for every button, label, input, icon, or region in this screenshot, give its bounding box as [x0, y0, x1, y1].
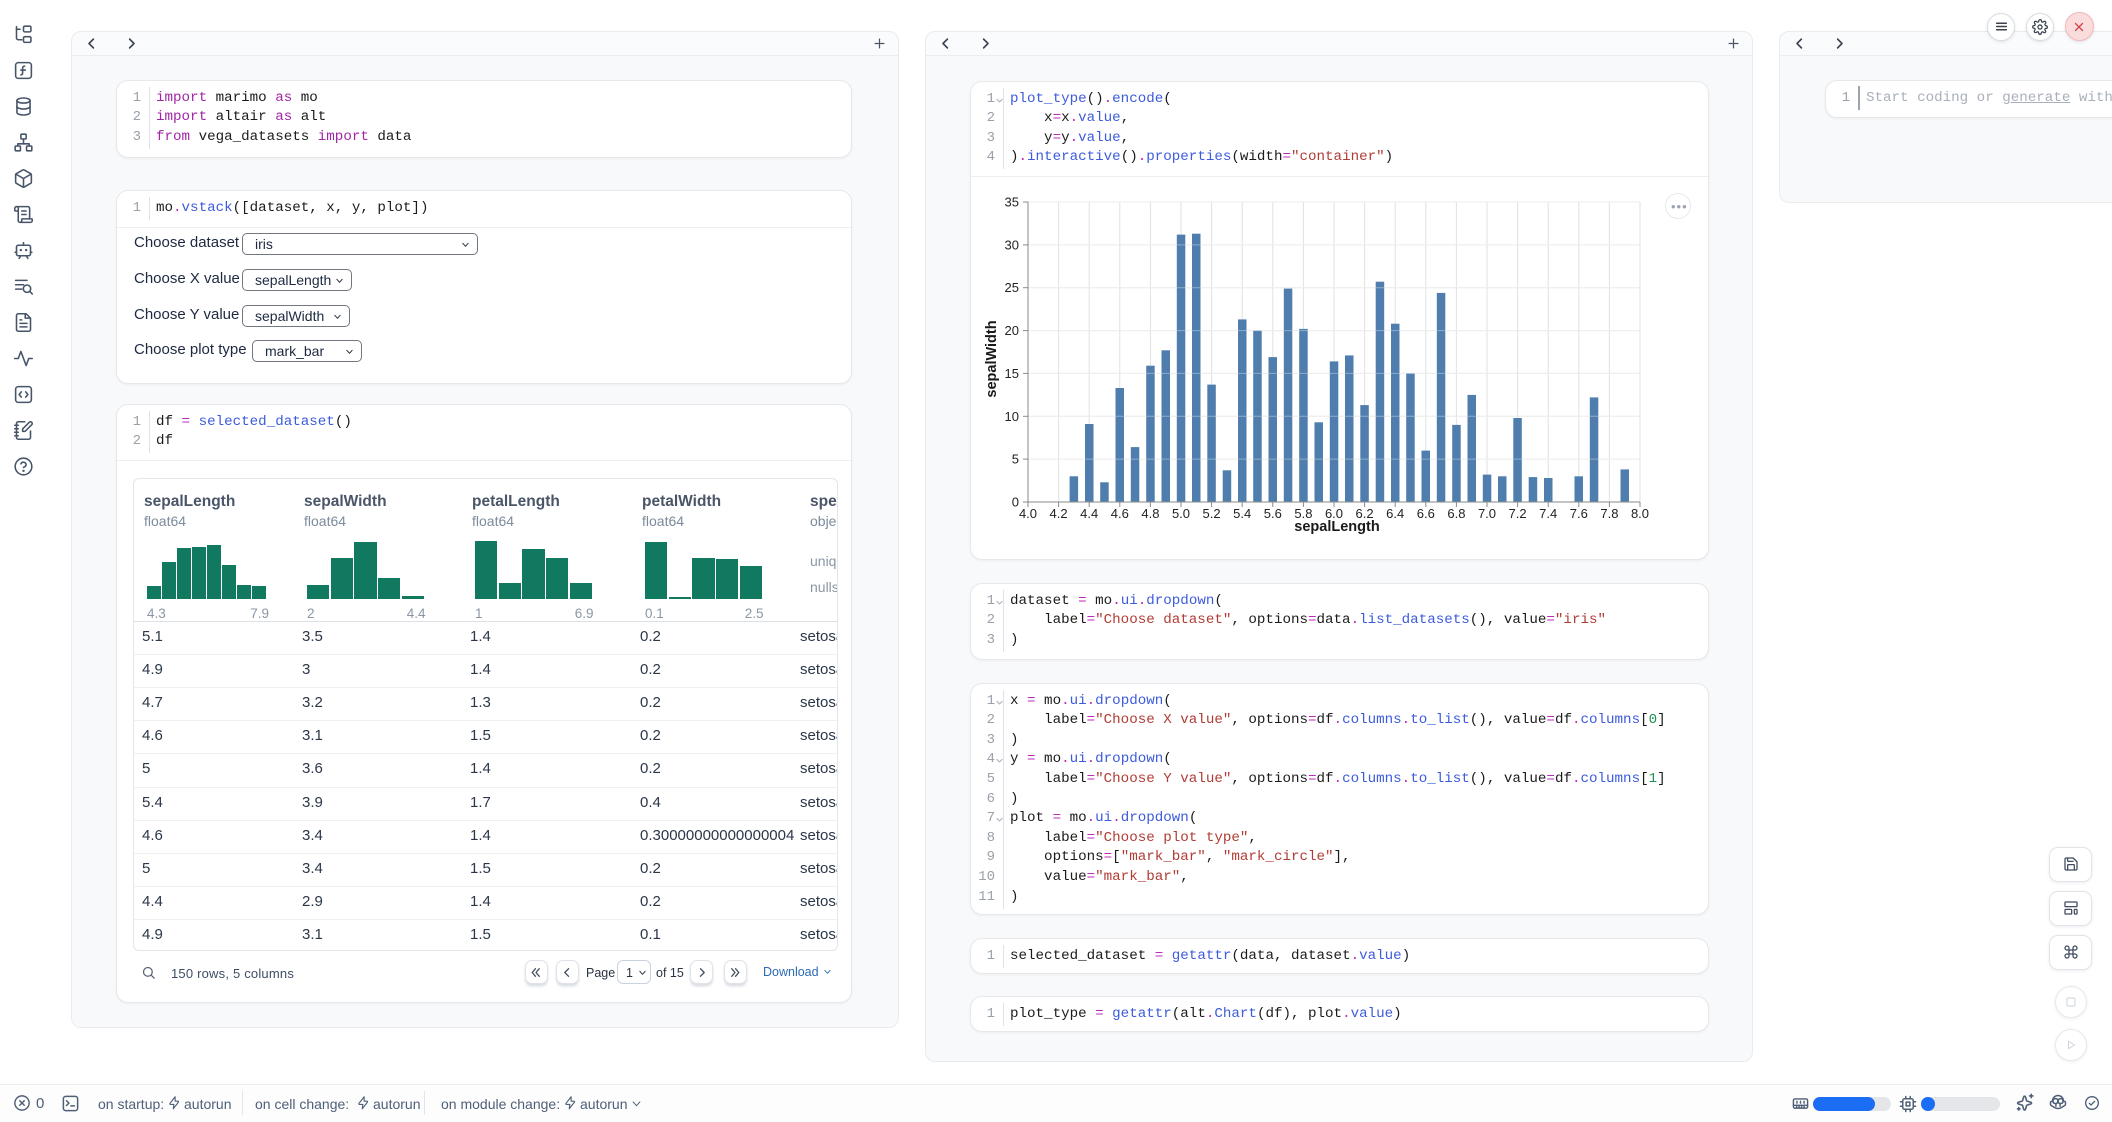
svg-text:sepalLength: sepalLength	[1294, 519, 1379, 535]
svg-text:5.6: 5.6	[1264, 506, 1282, 521]
svg-text:0: 0	[1012, 495, 1019, 510]
svg-text:8.0: 8.0	[1631, 506, 1649, 521]
svg-text:20: 20	[1005, 323, 1019, 338]
svg-text:15: 15	[1005, 366, 1019, 381]
svg-text:35: 35	[1005, 195, 1019, 210]
svg-text:4.0: 4.0	[1019, 506, 1037, 521]
svg-text:4.8: 4.8	[1141, 506, 1159, 521]
svg-text:5.2: 5.2	[1203, 506, 1221, 521]
svg-text:6.6: 6.6	[1417, 506, 1435, 521]
svg-text:7.2: 7.2	[1509, 506, 1527, 521]
svg-text:5: 5	[1012, 452, 1019, 467]
svg-text:10: 10	[1005, 409, 1019, 424]
svg-text:7.4: 7.4	[1539, 506, 1557, 521]
svg-text:5.0: 5.0	[1172, 506, 1190, 521]
svg-text:4.2: 4.2	[1050, 506, 1068, 521]
svg-text:25: 25	[1005, 280, 1019, 295]
svg-text:7.8: 7.8	[1600, 506, 1618, 521]
svg-text:6.8: 6.8	[1447, 506, 1465, 521]
svg-text:7.6: 7.6	[1570, 506, 1588, 521]
svg-text:4.6: 4.6	[1111, 506, 1129, 521]
svg-text:7.0: 7.0	[1478, 506, 1496, 521]
svg-text:5.4: 5.4	[1233, 506, 1251, 521]
svg-text:6.4: 6.4	[1386, 506, 1404, 521]
svg-text:sepalWidth: sepalWidth	[984, 320, 1000, 397]
svg-text:30: 30	[1005, 237, 1019, 252]
svg-text:4.4: 4.4	[1080, 506, 1098, 521]
